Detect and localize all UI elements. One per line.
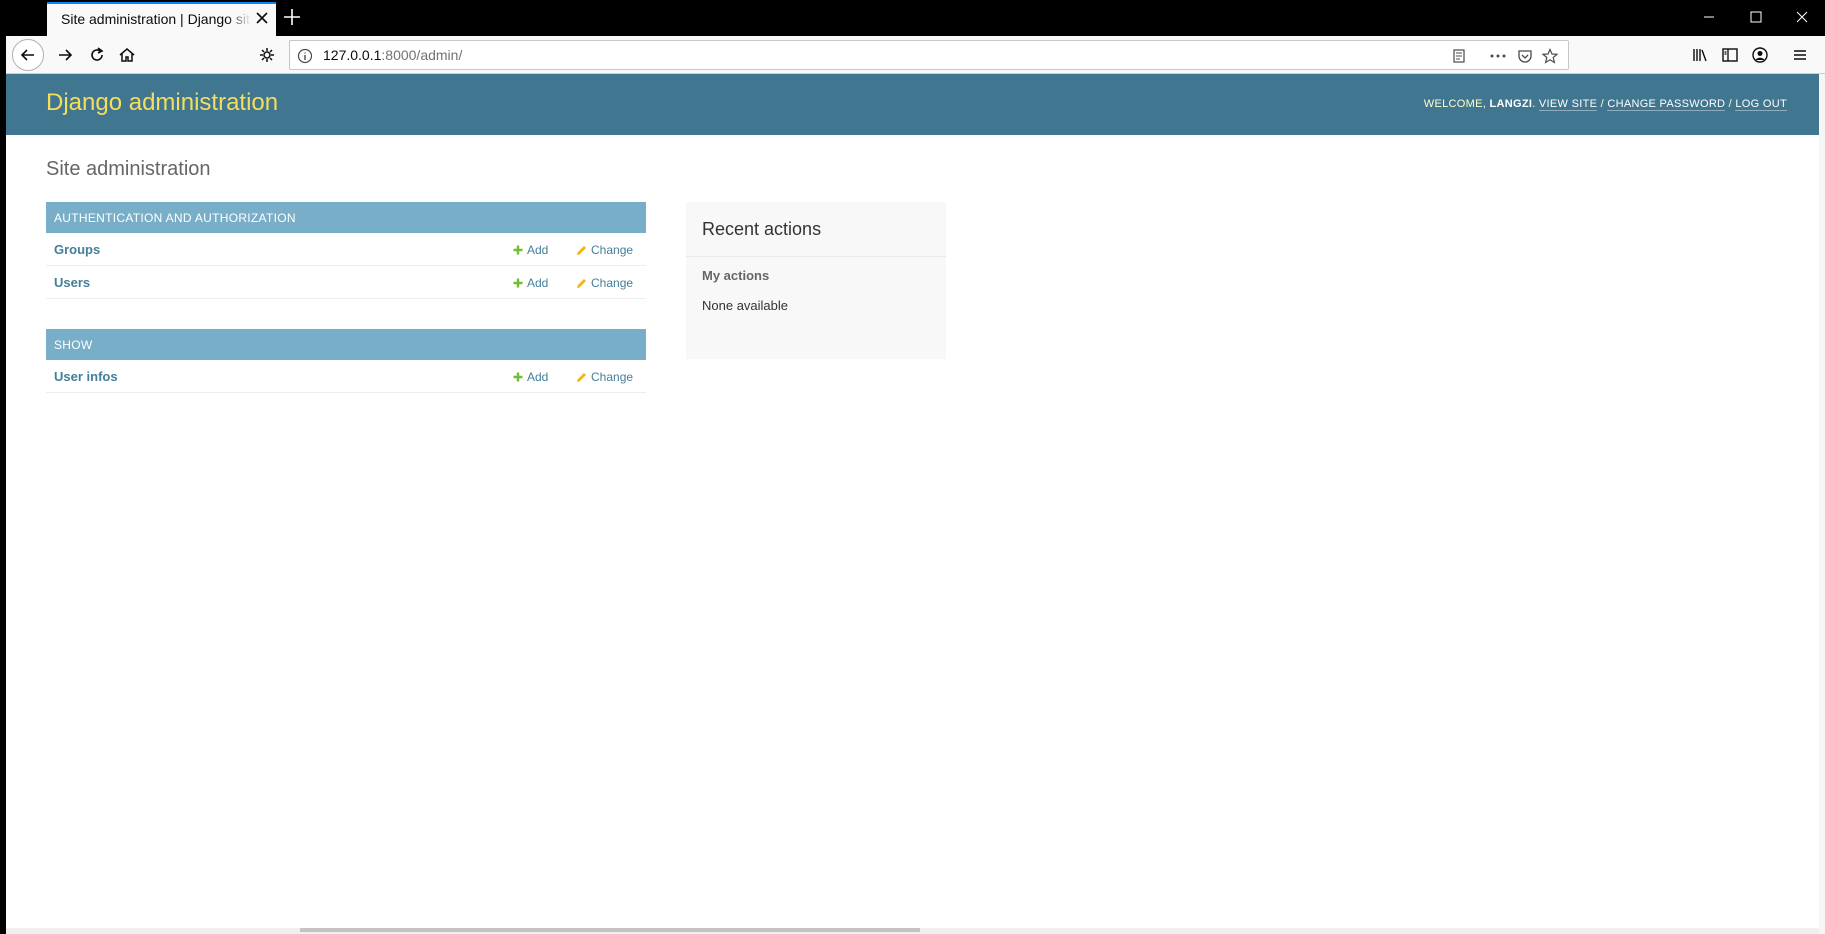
table-row: Groups Add Change <box>46 233 646 266</box>
account-icon[interactable] <box>1746 41 1774 69</box>
forward-icon[interactable] <box>51 41 79 69</box>
model-link-groups[interactable]: Groups <box>54 242 100 257</box>
table-row: Users Add Change <box>46 266 646 299</box>
view-site-link[interactable]: View site <box>1538 98 1598 111</box>
admin-header: Django administration Welcome, LANGZI. V… <box>6 74 1819 135</box>
model-link-user-infos[interactable]: User infos <box>54 369 118 384</box>
change-button[interactable]: Change <box>576 243 633 257</box>
add-label: Add <box>527 370 549 384</box>
module-caption-text: Authentication and Authorization <box>54 211 296 225</box>
add-button[interactable]: Add <box>513 370 548 384</box>
pencil-icon <box>577 278 586 288</box>
maximize-icon[interactable] <box>1733 0 1779 34</box>
change-label: Change <box>591 276 634 290</box>
add-icon <box>513 245 523 255</box>
user-tools: Welcome, LANGZI. View site / Change pass… <box>1423 98 1787 111</box>
welcome-text: Welcome, <box>1423 98 1487 110</box>
divider <box>686 256 946 257</box>
separator: / <box>1728 98 1733 110</box>
app-module-auth: Authentication and Authorization Groups … <box>46 202 646 299</box>
reader-icon[interactable] <box>1449 46 1469 66</box>
minimize-icon[interactable] <box>1686 0 1732 34</box>
close-icon[interactable] <box>253 9 271 27</box>
page: Django administration Welcome, LANGZI. V… <box>6 74 1819 928</box>
change-button[interactable]: Change <box>576 370 633 384</box>
add-icon <box>513 372 523 382</box>
add-icon <box>513 278 523 288</box>
page-title: Site administration <box>46 158 211 180</box>
model-link-users[interactable]: Users <box>54 275 90 290</box>
horizontal-scrollbar[interactable] <box>300 928 920 932</box>
close-icon[interactable] <box>1779 0 1825 34</box>
username: LANGZI <box>1489 98 1533 110</box>
change-label: Change <box>591 243 634 257</box>
recent-actions-panel: Recent actions My actions None available <box>686 202 946 359</box>
pocket-icon[interactable] <box>1515 46 1535 66</box>
browser-tab[interactable]: Site administration | Django site admin <box>47 2 276 36</box>
change-button[interactable]: Change <box>576 276 633 290</box>
gear-icon[interactable] <box>253 41 281 69</box>
module-caption[interactable]: Show <box>46 329 646 360</box>
home-icon[interactable] <box>113 41 141 69</box>
menu-icon[interactable] <box>1786 41 1814 69</box>
app-module-show: Show User infos Add Change <box>46 329 646 393</box>
my-actions-heading: My actions <box>702 268 770 283</box>
pencil-icon <box>577 245 586 255</box>
url-text[interactable]: 127.0.0.1:8000/admin/ <box>323 47 462 63</box>
screen: Site administration | Django site admin <box>0 0 1825 934</box>
info-icon[interactable] <box>295 46 315 66</box>
site-branding[interactable]: Django administration <box>46 89 278 117</box>
module-caption-text: Show <box>54 338 93 352</box>
back-icon[interactable] <box>12 39 44 71</box>
add-button[interactable]: Add <box>513 243 548 257</box>
reload-icon[interactable] <box>83 41 111 69</box>
add-label: Add <box>527 243 549 257</box>
change-password-link[interactable]: Change password <box>1607 98 1726 111</box>
change-label: Change <box>591 370 634 384</box>
nav-bar: 127.0.0.1:8000/admin/ <box>6 36 1825 74</box>
table-row: User infos Add Change <box>46 360 646 393</box>
url-host: 127.0.0.1 <box>323 47 382 63</box>
sidebar-icon[interactable] <box>1716 41 1744 69</box>
more-icon[interactable] <box>1488 46 1508 66</box>
recent-actions-title: Recent actions <box>702 219 822 239</box>
tab-title: Site administration | Django site admin <box>61 11 251 27</box>
tab-strip: Site administration | Django site admin <box>6 0 1825 36</box>
library-icon[interactable] <box>1686 41 1714 69</box>
add-button[interactable]: Add <box>513 276 548 290</box>
pencil-icon <box>577 372 586 382</box>
add-label: Add <box>527 276 549 290</box>
log-out-link[interactable]: Log out <box>1735 98 1787 111</box>
separator: / <box>1600 98 1604 110</box>
url-path: :8000/admin/ <box>381 47 463 63</box>
star-icon[interactable] <box>1540 46 1560 66</box>
plus-icon[interactable] <box>281 6 303 28</box>
window-edge <box>1819 74 1825 934</box>
empty-state: None available <box>702 298 789 313</box>
url-bar[interactable]: 127.0.0.1:8000/admin/ <box>289 40 1569 70</box>
module-caption[interactable]: Authentication and Authorization <box>46 202 646 233</box>
